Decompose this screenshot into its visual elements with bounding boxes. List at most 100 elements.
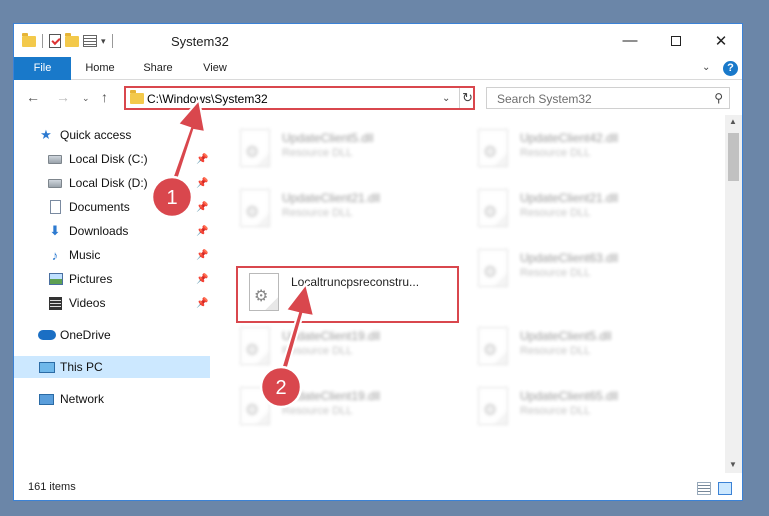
file-name: UpdateClient65.dll <box>520 389 619 403</box>
sidebar-item-onedrive[interactable]: OneDrive <box>14 324 210 346</box>
new-folder-icon[interactable] <box>65 32 79 47</box>
file-name: UpdateClient21.dll <box>282 191 381 205</box>
chevron-down-icon[interactable]: ⌄ <box>442 93 450 104</box>
network-icon <box>39 393 54 405</box>
large-icons-view-icon[interactable] <box>718 482 732 495</box>
help-icon[interactable]: ? <box>723 61 738 76</box>
pin-icon: 📌 <box>196 153 209 165</box>
gear-icon: ⚙ <box>483 264 498 281</box>
sidebar-item-pictures[interactable]: Pictures 📌 <box>14 268 210 290</box>
file-item[interactable]: ⚙ UpdateClient65.dll Resource DLL <box>472 383 702 431</box>
up-button[interactable]: ↑ <box>101 89 108 105</box>
sidebar-item-local-disk-d[interactable]: Local Disk (D:) 📌 <box>14 172 210 194</box>
pin-icon: 📌 <box>196 249 209 261</box>
sidebar-item-label: Local Disk (C:) <box>69 152 148 166</box>
file-type: Resource DLL <box>282 345 353 357</box>
title-bar: ▾ System32 — ✕ <box>14 24 742 57</box>
file-type: Resource DLL <box>520 405 591 417</box>
dll-file-icon: ⚙ <box>478 327 508 365</box>
pin-icon: 📌 <box>196 201 209 213</box>
expand-ribbon-icon[interactable]: ⌄ <box>702 62 710 73</box>
ribbon: File Home Share View ⌄ ? <box>14 57 742 80</box>
maximize-icon <box>671 35 681 46</box>
toolbar-separator <box>42 34 43 48</box>
file-highlight-box <box>236 266 459 323</box>
dll-file-icon: ⚙ <box>478 249 508 287</box>
pin-icon: 📌 <box>196 297 209 309</box>
file-item[interactable]: ⚙ UpdateClient5.dll Resource DLL <box>472 323 702 371</box>
navigation-pane: ★ Quick access Local Disk (C:) 📌 Local D… <box>14 115 210 473</box>
sidebar-item-label: Local Disk (D:) <box>69 176 148 190</box>
refresh-button[interactable]: ↻ <box>459 88 473 108</box>
maximize-button[interactable] <box>653 24 699 57</box>
minimize-button[interactable]: — <box>607 24 653 57</box>
cloud-icon <box>38 330 56 340</box>
file-type: Resource DLL <box>520 267 591 279</box>
address-bar[interactable]: C:\Windows\System32 ⌄ ↻ <box>124 86 475 110</box>
close-button[interactable]: ✕ <box>698 24 742 57</box>
back-button[interactable]: ← <box>26 89 40 105</box>
download-icon: ⬇ <box>49 223 61 238</box>
search-icon[interactable]: ⚲ <box>714 91 723 105</box>
tab-file[interactable]: File <box>14 57 71 80</box>
tab-view[interactable]: View <box>187 57 243 80</box>
sidebar-item-label: Music <box>69 248 101 262</box>
file-item[interactable]: ⚙ UpdateClient21.dll Resource DLL <box>234 185 464 233</box>
file-item[interactable]: ⚙ UpdateClient5.dll Resource DLL <box>234 125 464 173</box>
gear-icon: ⚙ <box>483 204 498 221</box>
file-type: Resource DLL <box>520 207 591 219</box>
sidebar-item-label: Pictures <box>69 272 113 286</box>
sidebar-item-documents[interactable]: Documents 📌 <box>14 196 210 218</box>
file-item[interactable]: ⚙ UpdateClient42.dll Resource DLL <box>472 125 702 173</box>
dll-file-icon: ⚙ <box>478 189 508 227</box>
view-icon[interactable] <box>83 35 97 47</box>
file-name: UpdateClient19.dll <box>282 329 381 343</box>
customize-dropdown-icon[interactable]: ▾ <box>101 36 106 47</box>
sidebar-item-network[interactable]: Network <box>14 388 210 410</box>
sidebar-item-videos[interactable]: Videos 📌 <box>14 292 210 314</box>
file-item[interactable]: ⚙ UpdateClient19.dll Resource DLL <box>234 323 464 371</box>
sidebar-item-label: Videos <box>69 296 106 310</box>
music-icon: ♪ <box>51 247 59 263</box>
dll-file-icon: ⚙ <box>240 129 270 167</box>
search-placeholder: Search System32 <box>497 92 592 106</box>
properties-icon[interactable] <box>49 34 61 48</box>
toolbar-separator <box>111 34 113 48</box>
star-icon: ★ <box>40 127 52 142</box>
file-type: Resource DLL <box>282 405 353 417</box>
sidebar-item-local-disk-c[interactable]: Local Disk (C:) 📌 <box>14 148 210 170</box>
details-view-icon[interactable] <box>697 482 711 495</box>
tab-share[interactable]: Share <box>129 57 187 80</box>
computer-icon <box>39 361 55 373</box>
sidebar-item-quick-access[interactable]: ★ Quick access <box>14 124 210 146</box>
file-item[interactable]: ⚙ UpdateClient63.dll Resource DLL <box>472 245 702 293</box>
sidebar-item-label: Network <box>60 392 105 406</box>
file-name: UpdateClient5.dll <box>282 131 374 145</box>
search-input[interactable]: Search System32 ⚲ <box>486 87 730 109</box>
window-title: System32 <box>171 34 229 49</box>
recent-locations-dropdown[interactable]: ⌄ <box>82 93 90 104</box>
disk-icon <box>48 154 62 164</box>
address-path[interactable]: C:\Windows\System32 <box>147 92 268 106</box>
file-item[interactable]: ⚙ UpdateClient21.dll Resource DLL <box>472 185 702 233</box>
forward-button[interactable]: → <box>56 89 70 105</box>
tab-home[interactable]: Home <box>71 57 129 80</box>
file-item[interactable]: ⚙ UpdateClient19.dll Resource DLL <box>234 383 464 431</box>
vertical-scrollbar[interactable]: ▲ ▼ <box>725 115 742 473</box>
pictures-icon <box>49 273 63 285</box>
gear-icon: ⚙ <box>483 144 498 161</box>
sidebar-item-music[interactable]: ♪ Music 📌 <box>14 244 210 266</box>
sidebar-item-this-pc[interactable]: This PC <box>14 356 210 378</box>
scrollbar-thumb[interactable] <box>728 133 739 181</box>
file-name: UpdateClient5.dll <box>520 329 612 343</box>
file-list: ⚙ UpdateClient5.dll Resource DLL ⚙ Updat… <box>210 115 725 473</box>
file-type: Resource DLL <box>520 345 591 357</box>
scroll-up-icon[interactable]: ▲ <box>729 117 737 126</box>
sidebar-item-label: Quick access <box>60 128 132 142</box>
scroll-down-icon[interactable]: ▼ <box>729 460 737 469</box>
file-type: Resource DLL <box>282 207 353 219</box>
videos-icon <box>49 296 62 310</box>
dll-file-icon: ⚙ <box>478 387 508 425</box>
file-name: UpdateClient19.dll <box>282 389 381 403</box>
sidebar-item-downloads[interactable]: ⬇ Downloads 📌 <box>14 220 210 242</box>
